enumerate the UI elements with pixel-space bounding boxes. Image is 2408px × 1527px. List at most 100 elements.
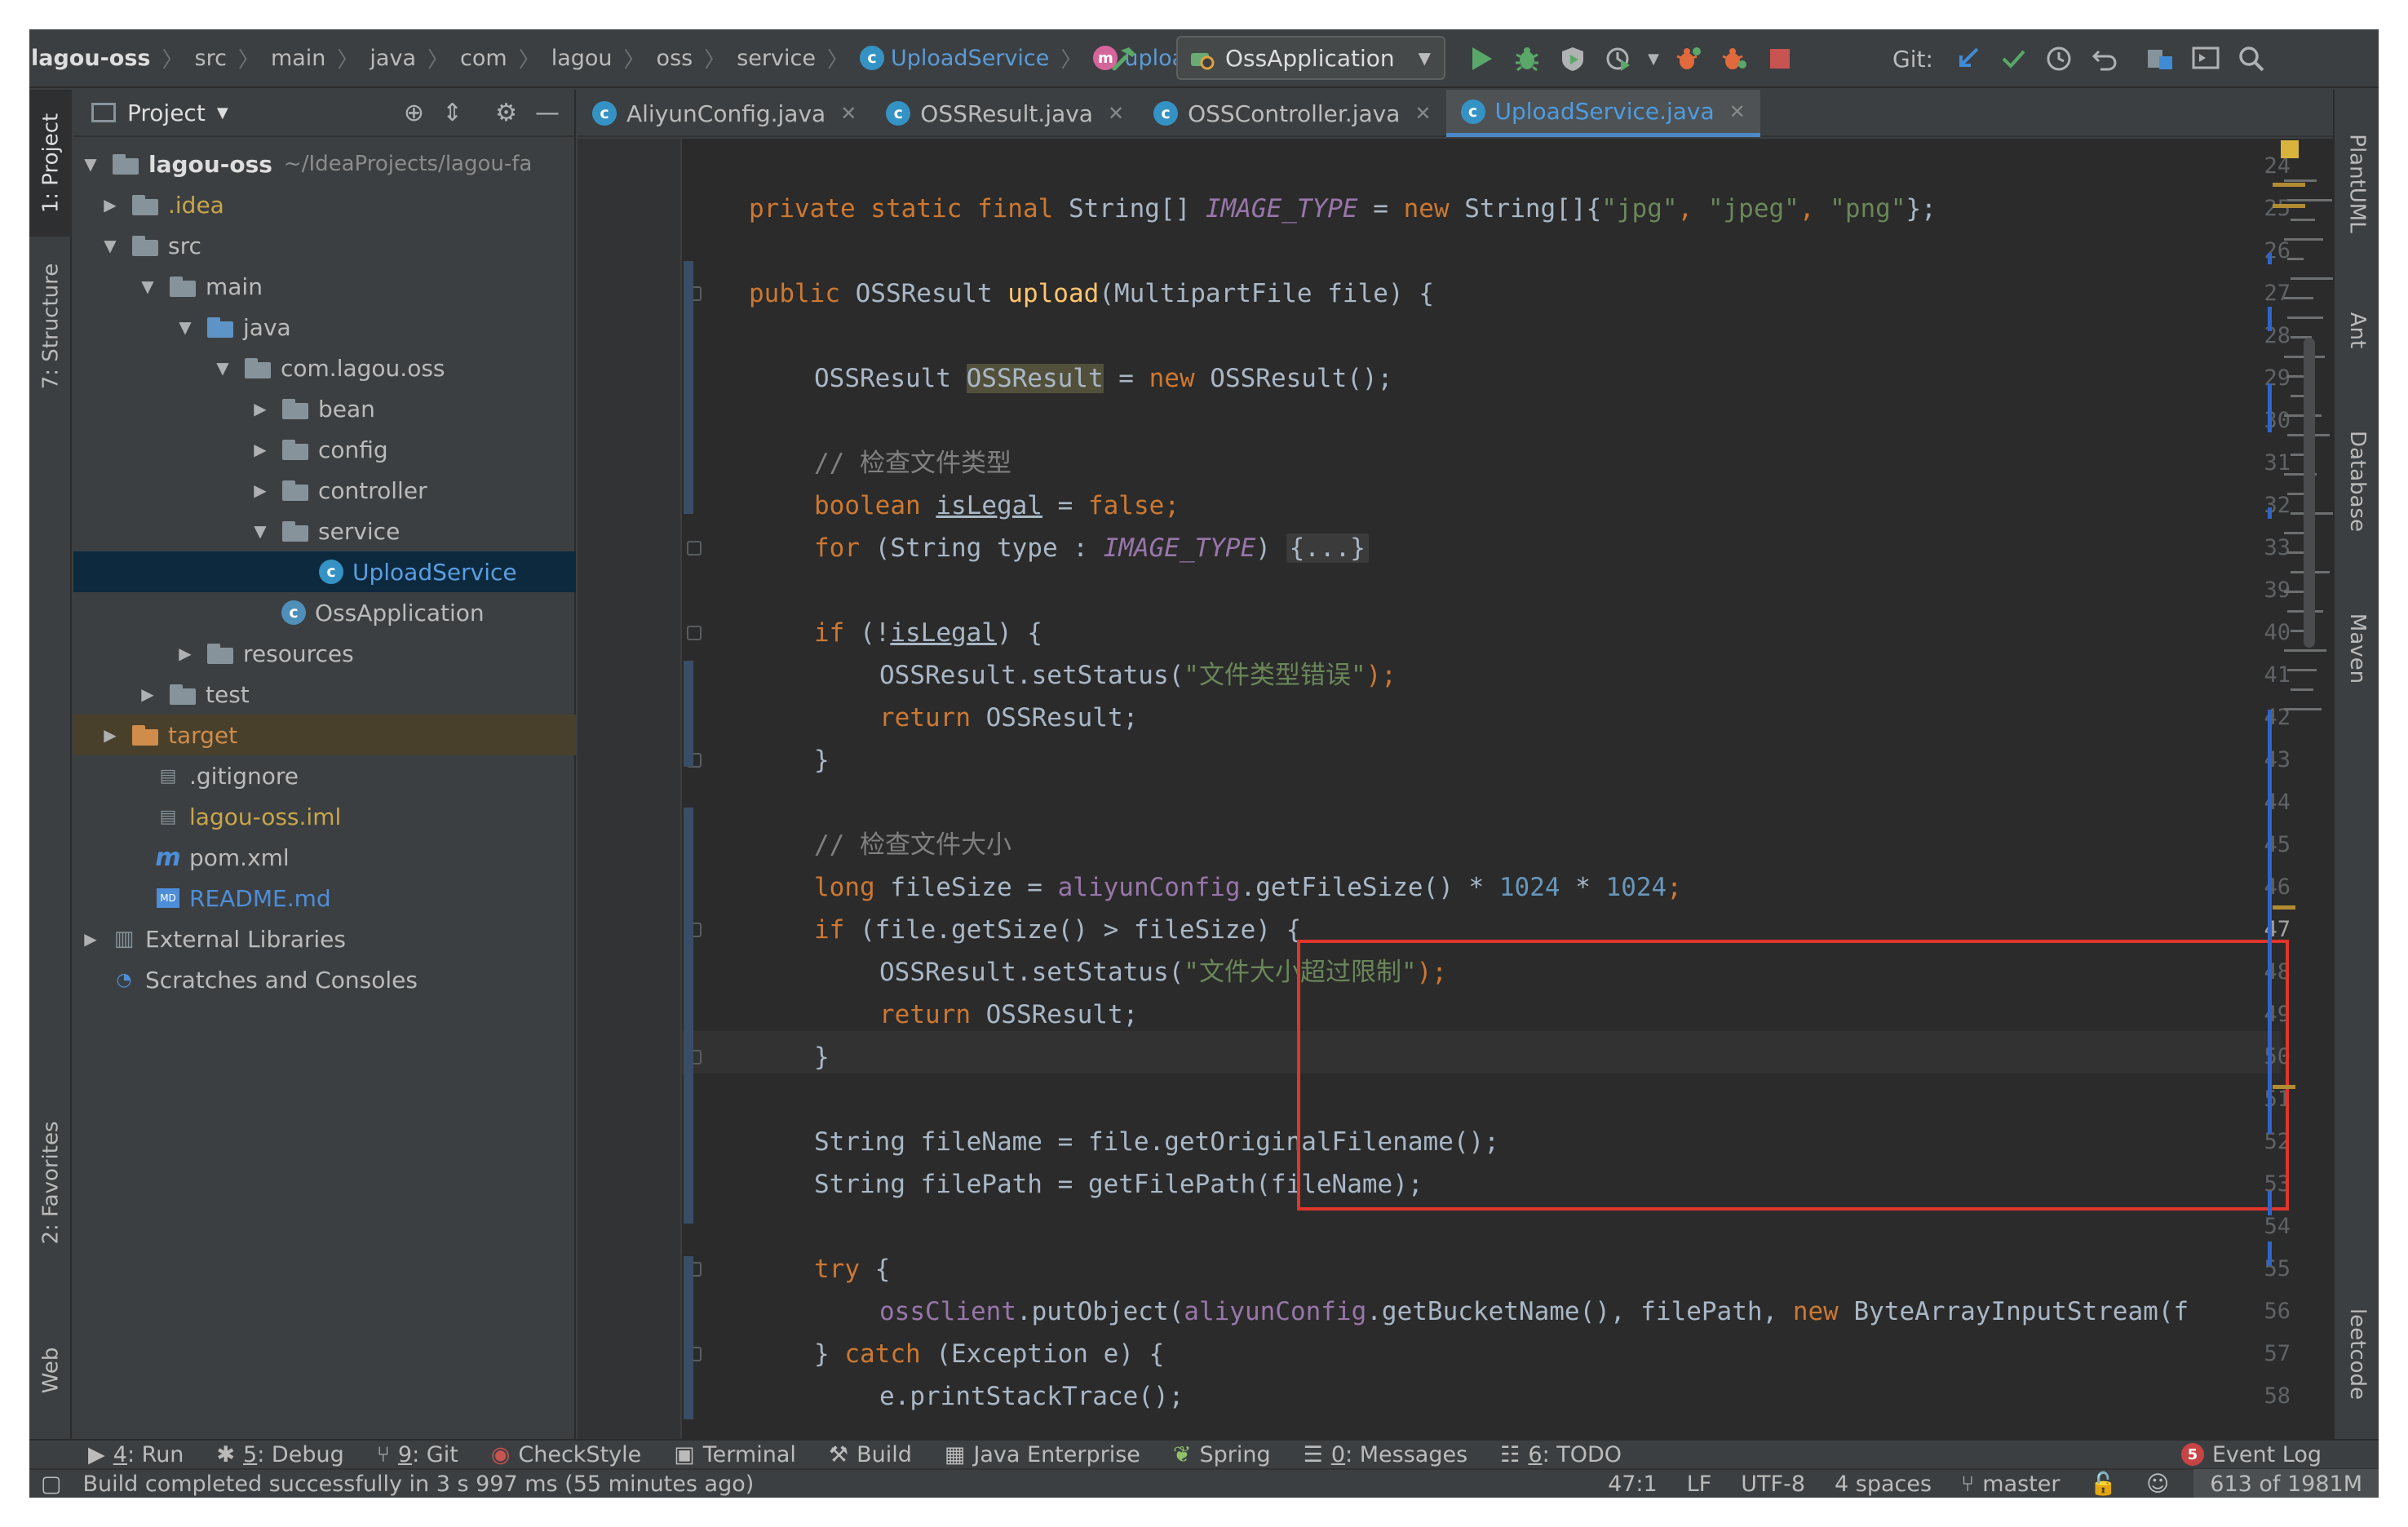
project-view-title[interactable]: Project <box>127 100 206 126</box>
caret-down-icon[interactable]: ▼ <box>217 104 228 122</box>
file-encoding[interactable]: UTF-8 <box>1741 1472 1805 1497</box>
inspector-icon[interactable]: ☺ <box>2146 1472 2169 1497</box>
tree-item-config[interactable]: ▶ config <box>73 429 576 470</box>
lock-icon[interactable]: 🔓 <box>2089 1471 2117 1497</box>
breadcrumb-service[interactable]: service <box>730 46 822 71</box>
tool-tab-maven[interactable]: Maven <box>2335 587 2379 710</box>
breadcrumb-src[interactable]: src <box>188 46 233 71</box>
editor-tab-ossresult[interactable]: c OSSResult.java ✕ <box>871 90 1139 137</box>
tree-item-package[interactable]: ▼ com.lagou.oss <box>73 347 576 388</box>
profile-icon[interactable] <box>1596 36 1641 82</box>
tree-item-service[interactable]: ▼ service <box>73 511 576 551</box>
breadcrumb-oss[interactable]: oss <box>650 46 700 71</box>
tool-messages[interactable]: ☰ 0: Messages <box>1304 1442 1468 1467</box>
locate-icon[interactable]: ⊕ <box>404 99 424 127</box>
tool-build[interactable]: ⚒ Build <box>829 1442 912 1467</box>
rollback-icon[interactable] <box>2082 36 2127 82</box>
warning-stripe-mark[interactable] <box>2273 1085 2295 1089</box>
warning-stripe-mark[interactable] <box>2273 183 2305 187</box>
tree-item-target[interactable]: ▶ target <box>73 715 576 755</box>
tool-debug[interactable]: ✱ 5: Debug <box>216 1442 343 1467</box>
tree-item-controller[interactable]: ▶ controller <box>73 470 576 511</box>
gear-icon[interactable]: ⚙ <box>495 99 517 127</box>
vcs-stripe-mark[interactable] <box>2268 1242 2272 1266</box>
tool-run[interactable]: ▶ 4: Run <box>88 1442 184 1467</box>
vcs-stripe-mark[interactable] <box>2268 1191 2272 1215</box>
run-configuration-select[interactable]: OssApplication ▼ <box>1176 36 1445 80</box>
tree-item-main[interactable]: ▼ main <box>73 266 576 307</box>
folded-code-block[interactable]: {...} <box>1286 533 1369 563</box>
vcs-stripe-mark[interactable] <box>2268 710 2272 1134</box>
run-icon[interactable] <box>1459 36 1504 82</box>
close-icon[interactable]: ✕ <box>1414 102 1431 125</box>
fold-toggle-icon[interactable] <box>687 626 702 640</box>
caret-down-icon[interactable]: ▼ <box>1641 36 1666 82</box>
tool-java-enterprise[interactable]: ▦ Java Enterprise <box>945 1442 1140 1467</box>
breadcrumb-class[interactable]: c UploadService <box>853 46 1056 71</box>
tool-tab-web[interactable]: Web <box>29 1330 72 1411</box>
tree-item-uploadservice[interactable]: c UploadService <box>73 551 576 592</box>
breadcrumb-com[interactable]: com <box>454 46 514 71</box>
git-branch-widget[interactable]: ⑂ master <box>1961 1472 2060 1497</box>
tool-spring[interactable]: ❦ Spring <box>1173 1442 1271 1467</box>
build-hammer-icon[interactable] <box>1101 36 1147 82</box>
tool-tab-database[interactable]: Database <box>2335 400 2379 563</box>
tree-item-idea[interactable]: ▶ .idea <box>73 184 576 225</box>
close-icon[interactable]: ✕ <box>1108 102 1124 125</box>
tree-item-project-root[interactable]: ▼ lagou-oss ~/IdeaProjects/lagou-fa <box>73 144 576 184</box>
panel-toggle-icon[interactable]: ▢ <box>41 1472 62 1497</box>
tree-item-resources[interactable]: ▶ resources <box>73 633 576 674</box>
attach-debugger-icon[interactable] <box>1666 36 1711 82</box>
git-update-icon[interactable] <box>1945 36 1990 82</box>
tree-item-test[interactable]: ▶ test <box>73 674 576 715</box>
breadcrumb-lagou[interactable]: lagou <box>545 46 619 71</box>
warning-indicator-icon[interactable] <box>2281 140 2299 158</box>
tool-checkstyle[interactable]: ◉ CheckStyle <box>491 1442 641 1467</box>
caret-position[interactable]: 47:1 <box>1608 1472 1658 1497</box>
tool-tab-project[interactable]: 1: Project <box>29 90 72 237</box>
vcs-stripe-mark[interactable] <box>2268 383 2272 432</box>
breadcrumb-java[interactable]: java <box>363 46 423 71</box>
fold-toggle-icon[interactable] <box>687 541 702 555</box>
editor-tab-osscontroller[interactable]: c OSSController.java ✕ <box>1139 90 1445 137</box>
tool-tab-plantuml[interactable]: PlantUML <box>2335 90 2379 277</box>
indentation[interactable]: 4 spaces <box>1835 1472 1932 1497</box>
tool-tab-structure[interactable]: 7: Structure <box>29 245 72 408</box>
minimize-icon[interactable]: — <box>535 99 560 127</box>
vcs-stripe-mark[interactable] <box>2268 253 2272 264</box>
search-icon[interactable] <box>2229 36 2274 82</box>
tool-git[interactable]: ⑂ 9: Git <box>377 1442 458 1467</box>
tree-item-bean[interactable]: ▶ bean <box>73 388 576 429</box>
tool-tab-leetcode[interactable]: leetcode <box>2335 1281 2379 1427</box>
editor-tab-uploadservice[interactable]: c UploadService.java ✕ <box>1445 90 1760 137</box>
tree-item-scratches[interactable]: ◔ Scratches and Consoles <box>73 959 576 1000</box>
tool-terminal[interactable]: ▣ Terminal <box>674 1442 796 1467</box>
warning-stripe-mark[interactable] <box>2273 905 2295 910</box>
memory-indicator[interactable]: 613 of 1981M <box>2193 1469 2379 1498</box>
tool-tab-ant[interactable]: Ant <box>2335 285 2379 375</box>
history-icon[interactable] <box>2036 36 2082 82</box>
git-commit-icon[interactable] <box>1990 36 2036 82</box>
tree-item-readme[interactable]: MD README.md <box>73 878 576 918</box>
tree-item-pom[interactable]: m pom.xml <box>73 837 576 878</box>
editor-tab-aliyunconfig[interactable]: c AliyunConfig.java ✕ <box>578 90 871 137</box>
close-icon[interactable]: ✕ <box>1729 100 1746 123</box>
tool-tab-favorites[interactable]: 2: Favorites <box>29 1101 72 1264</box>
breadcrumb-project[interactable]: lagou-oss <box>31 46 157 71</box>
tree-item-java[interactable]: ▼ java <box>73 307 576 347</box>
tool-todo[interactable]: ☷ 6: TODO <box>1500 1442 1622 1467</box>
debug-attach-icon[interactable] <box>1711 36 1757 82</box>
presentation-icon[interactable] <box>2183 36 2229 82</box>
tree-item-ossapplication[interactable]: c OssApplication <box>73 592 576 633</box>
vcs-stripe-mark[interactable] <box>2268 307 2272 331</box>
tree-item-iml[interactable]: ▤ lagou-oss.iml <box>73 796 576 837</box>
close-icon[interactable]: ✕ <box>840 102 857 125</box>
status-message[interactable]: Build completed successfully in 3 s 997 … <box>83 1472 755 1497</box>
vcs-stripe-mark[interactable] <box>2268 507 2272 519</box>
breadcrumb-main[interactable]: main <box>264 46 332 71</box>
code-editor[interactable]: 24 25 26 27 28 29 30 31 32 33 39 40 41 42 43 44 45 46 47 48… <box>578 139 2333 1439</box>
debug-icon[interactable] <box>1504 36 1550 82</box>
tool-event-log[interactable]: 5 Event Log <box>2180 1442 2322 1467</box>
collapse-all-icon[interactable]: ⇕ <box>442 99 463 127</box>
tree-item-gitignore[interactable]: ▤ .gitignore <box>73 755 576 796</box>
